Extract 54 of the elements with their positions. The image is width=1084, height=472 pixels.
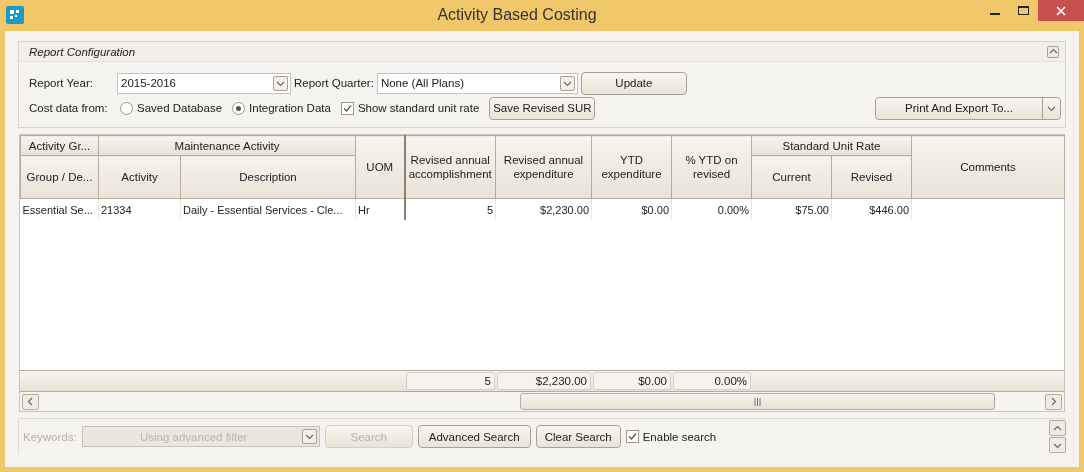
radio-label: Saved Database <box>137 102 223 114</box>
checkbox-label: Show standard unit rate <box>357 102 480 114</box>
scroll-right-button[interactable] <box>1045 393 1062 410</box>
field-label: Report Year: <box>29 77 94 89</box>
column-header[interactable]: UOM <box>355 135 405 199</box>
keywords-label: Keywords: <box>23 430 77 443</box>
grip-icon <box>754 397 761 406</box>
total-cell: 0.00% <box>673 372 751 390</box>
checkbox[interactable] <box>340 101 354 115</box>
total-cell: 5 <box>406 372 495 390</box>
scroll-down-button[interactable] <box>1049 437 1066 453</box>
column-header[interactable]: YTD expenditure <box>591 135 672 199</box>
chevron-up-icon <box>1053 423 1062 433</box>
report-quarter-dropdown[interactable]: None (All Plans) <box>376 72 578 94</box>
app-logo-icon <box>6 6 24 24</box>
checkbox-label: Enable search <box>642 430 717 443</box>
column-header[interactable]: Revised <box>831 155 912 199</box>
scroll-left-button[interactable] <box>22 393 39 410</box>
column-group-header: Maintenance Activity <box>98 135 356 156</box>
checkmark-icon <box>627 432 637 441</box>
column-header[interactable]: Group / De... <box>20 155 99 199</box>
checkmark-icon <box>342 103 352 113</box>
total-cell: $0.00 <box>593 372 671 390</box>
field-label: Report Quarter: <box>294 77 374 89</box>
scroll-up-button[interactable] <box>1049 420 1066 436</box>
column-header[interactable]: Comments <box>911 135 1065 199</box>
radio-button[interactable] <box>232 101 246 115</box>
field-label: Cost data from: <box>29 102 109 114</box>
save-revised-sur-button[interactable]: Save Revised SUR <box>489 96 596 120</box>
scrollbar-thumb[interactable] <box>520 393 995 410</box>
close-icon <box>1056 5 1066 16</box>
chevron-down-icon <box>304 432 314 441</box>
report-year-dropdown[interactable]: 2015-2016 <box>117 72 291 94</box>
column-header[interactable]: Activity <box>98 155 181 199</box>
column-header[interactable]: Current <box>751 155 832 199</box>
column-header[interactable]: % YTD on revised <box>671 135 752 199</box>
maximize-icon <box>1018 5 1029 16</box>
collapse-button[interactable] <box>1047 45 1059 58</box>
panel-title: Report Configuration <box>29 45 136 58</box>
radio-label: Integration Data <box>249 102 331 114</box>
column-header[interactable]: Revised annual expenditure <box>495 135 592 199</box>
column-group-header: Standard Unit Rate <box>751 135 912 156</box>
chevron-up-icon <box>1048 47 1058 56</box>
radio-button[interactable] <box>120 101 133 115</box>
window-title: Activity Based Costing <box>436 6 598 24</box>
minimize-icon <box>989 13 1000 15</box>
column-group-header: Activity Gr... <box>20 135 99 156</box>
print-export-button[interactable]: Print And Export To... <box>875 96 1061 120</box>
total-cell: $2,230.00 <box>497 372 591 390</box>
chevron-left-icon <box>26 397 35 406</box>
chevron-right-icon <box>1049 397 1058 406</box>
column-header[interactable]: Revised annual accomplishment <box>404 135 496 199</box>
update-button[interactable]: Update <box>580 71 687 95</box>
column-header[interactable]: Description <box>180 155 356 199</box>
